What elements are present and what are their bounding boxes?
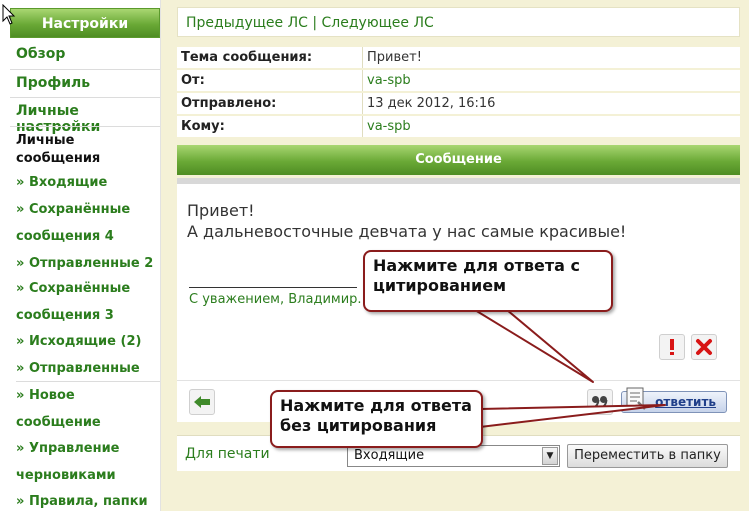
callout-reply: Нажмите для ответа без цитирования <box>270 390 483 448</box>
message-section-title: Сообщение <box>177 145 740 175</box>
table-row: Тема сообщения: Привет! <box>177 47 740 68</box>
message-header-table: Тема сообщения: Привет! От: va-spb Отпра… <box>177 45 740 139</box>
delete-icon <box>696 339 712 355</box>
to-label: Кому: <box>177 116 363 137</box>
sidebar-item-overview[interactable]: Обзор <box>16 46 65 62</box>
sidebar-divider <box>10 69 160 70</box>
move-to-folder-button[interactable]: Переместить в папку <box>567 444 728 468</box>
prev-message-link[interactable]: Предыдущее ЛС <box>186 15 308 31</box>
quote-reply-button[interactable] <box>587 389 613 415</box>
dropdown-arrow-icon[interactable]: ▼ <box>542 447 558 465</box>
back-arrow-icon <box>194 396 210 408</box>
sidebar-item-rules-folders[interactable]: » Правила, папки <box>16 488 160 511</box>
sidebar-item-new-message[interactable]: » Новое сообщение <box>16 382 160 436</box>
cursor-icon <box>2 4 16 25</box>
from-user-link[interactable]: va-spb <box>363 70 740 91</box>
subject-value: Привет! <box>363 47 740 68</box>
back-button[interactable] <box>189 389 215 415</box>
table-row: Отправлено: 13 дек 2012, 16:16 <box>177 93 740 114</box>
message-line: А дальневосточные девчата у нас самые кр… <box>187 222 627 241</box>
reply-button[interactable]: ответить <box>621 387 727 413</box>
sidebar-item-saved-4[interactable]: » Сохранённые сообщения 4 <box>16 196 160 250</box>
from-label: От: <box>177 70 363 91</box>
print-link[interactable]: Для печати <box>185 446 270 462</box>
to-user-link[interactable]: va-spb <box>363 116 740 137</box>
nav-separator: | <box>312 15 318 31</box>
sidebar-divider <box>10 97 160 98</box>
sidebar-item-outbox[interactable]: » Исходящие (2) <box>16 328 160 355</box>
table-row: Кому: va-spb <box>177 116 740 137</box>
sidebar-divider <box>10 126 160 127</box>
sidebar-item-saved-3[interactable]: » Сохранённые сообщения 3 <box>16 275 160 329</box>
next-message-link[interactable]: Следующее ЛС <box>322 15 434 31</box>
delete-button[interactable] <box>691 334 717 360</box>
signature: С уважением, Владимир. <box>189 292 362 307</box>
message-nav: Предыдущее ЛС | Следующее ЛС <box>177 7 740 37</box>
warning-icon <box>670 339 674 355</box>
sidebar-item-sent[interactable]: » Отправленные <box>16 355 160 382</box>
message-text: Привет! А дальневосточные девчата у нас … <box>187 200 626 242</box>
reply-icon <box>626 387 646 410</box>
sidebar-item-personal-settings[interactable]: Личные настройки <box>16 103 160 135</box>
callout-quote-reply: Нажмите для ответа с цитированием <box>363 250 613 312</box>
sidebar-section-private-messages: Личные сообщения <box>16 133 101 166</box>
sidebar-item-inbox[interactable]: » Входящие <box>16 169 160 196</box>
message-line: Привет! <box>187 201 255 220</box>
table-row: От: va-spb <box>177 70 740 91</box>
subject-label: Тема сообщения: <box>177 47 363 68</box>
sidebar-item-sent-2[interactable]: » Отправленные 2 <box>16 250 160 277</box>
report-button[interactable] <box>659 334 685 360</box>
folder-select[interactable]: Входящие ▼ <box>347 445 560 467</box>
quote-icon <box>592 396 608 409</box>
sidebar-item-drafts[interactable]: » Управление черновиками <box>16 435 160 489</box>
sent-label: Отправлено: <box>177 93 363 114</box>
reply-button-label: ответить <box>655 395 716 409</box>
sidebar-title: Настройки <box>10 8 160 38</box>
folder-select-value: Входящие <box>354 448 425 463</box>
sidebar-item-profile[interactable]: Профиль <box>16 75 90 91</box>
signature-divider <box>189 287 357 288</box>
sidebar: Настройки Обзор Профиль Личные настройки… <box>8 0 161 511</box>
sent-date: 13 дек 2012, 16:16 <box>363 93 740 114</box>
